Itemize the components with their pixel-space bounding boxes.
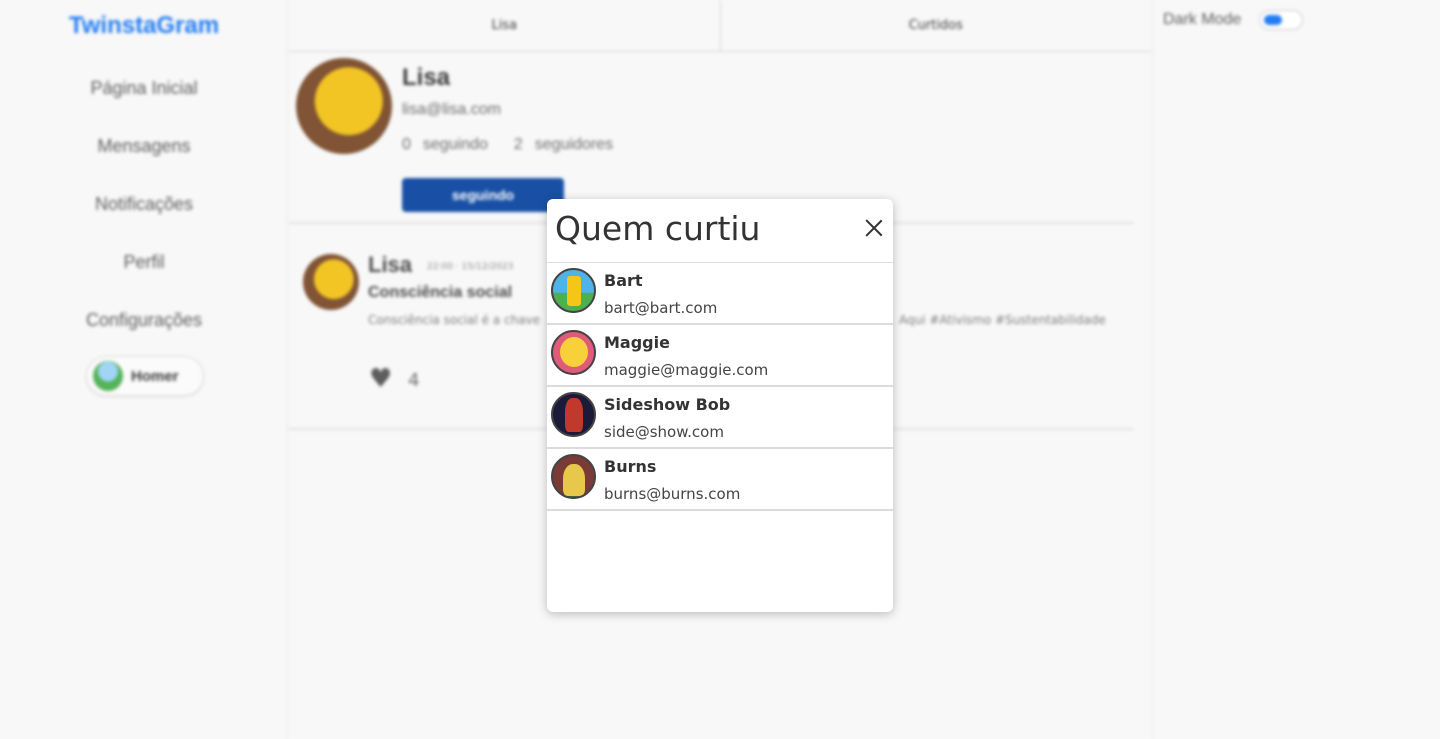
avatar (551, 392, 596, 437)
likes-modal: Quem curtiu Bart bart@bart.com Maggie ma… (547, 199, 893, 612)
avatar (551, 330, 596, 375)
user-email: maggie@maggie.com (604, 361, 769, 379)
user-name: Bart (604, 271, 643, 290)
user-name: Maggie (604, 333, 670, 352)
user-name: Burns (604, 457, 657, 476)
user-email: bart@bart.com (604, 299, 718, 317)
user-email: side@show.com (604, 423, 724, 441)
modal-title: Quem curtiu (555, 209, 761, 248)
avatar (551, 454, 596, 499)
modal-header: Quem curtiu (547, 199, 893, 263)
user-name: Sideshow Bob (604, 395, 731, 414)
list-item[interactable]: Sideshow Bob side@show.com (547, 387, 893, 449)
user-email: burns@burns.com (604, 485, 741, 503)
list-item[interactable]: Maggie maggie@maggie.com (547, 325, 893, 387)
list-item[interactable]: Bart bart@bart.com (547, 263, 893, 325)
close-icon[interactable] (863, 217, 885, 239)
avatar (551, 268, 596, 313)
list-item[interactable]: Burns burns@burns.com (547, 449, 893, 511)
